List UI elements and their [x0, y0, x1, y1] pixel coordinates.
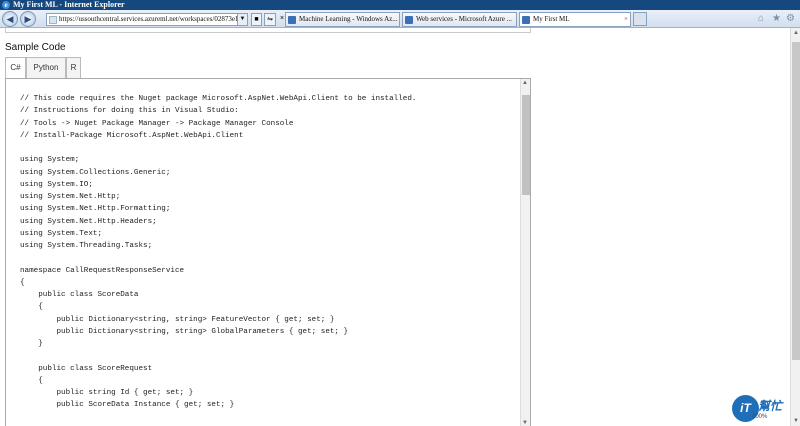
code-line: // This code requires the Nuget package …	[20, 95, 417, 103]
close-tab-icon[interactable]: ×	[624, 13, 628, 26]
browser-tab-label: Machine Learning - Windows Az...	[299, 15, 398, 23]
forward-button[interactable]: ▶	[20, 11, 36, 27]
page-icon	[49, 16, 57, 24]
code-line: using System.Collections.Generic;	[20, 168, 171, 177]
back-button[interactable]: ◀	[2, 11, 18, 27]
new-tab-button[interactable]	[633, 12, 647, 26]
watermark-text: 幫忙	[758, 399, 783, 413]
code-line: // Tools -> Nuget Package Manager -> Pac…	[20, 119, 294, 128]
code-line: public class ScoreData	[20, 291, 139, 299]
browser-tab[interactable]: Web services - Microsoft Azure ...	[402, 12, 517, 27]
page-scroll-thumb[interactable]	[792, 42, 800, 360]
code-line: using System.Net.Http.Headers;	[20, 217, 157, 226]
code-line: public class ScoreRequest	[20, 364, 153, 373]
window-title-bar: e My First ML - Internet Explorer	[0, 0, 800, 10]
scroll-up-icon[interactable]: ▲	[522, 80, 528, 86]
code-line: using System;	[20, 156, 80, 165]
window-title: My First ML - Internet Explorer	[13, 0, 125, 9]
browser-tab[interactable]: My First ML ×	[519, 12, 631, 27]
page-heading: Sample Code	[5, 42, 66, 53]
ie-logo-icon: e	[2, 1, 10, 9]
code-line: using System.Net.Http.Formatting;	[20, 205, 171, 214]
page-scroll-up-icon[interactable]: ▲	[793, 30, 799, 36]
compat-view-icon[interactable]: ⇋	[264, 13, 276, 26]
favorites-star-icon[interactable]: ★	[772, 14, 781, 24]
page-scrollbar[interactable]: ▲ ▼	[790, 28, 800, 426]
code-line: // Install-Package Microsoft.AspNet.WebA…	[20, 131, 244, 140]
tab-csharp[interactable]: C#	[5, 57, 26, 79]
top-box	[5, 28, 531, 33]
tab-python[interactable]: Python	[26, 57, 66, 78]
code-line: using System.IO;	[20, 180, 93, 189]
tab-favicon-icon	[522, 16, 530, 24]
code-line: public string Id { get; set; }	[20, 389, 194, 397]
scroll-down-icon[interactable]: ▼	[522, 420, 528, 426]
page-content: Sample Code C# Python R // This code req…	[0, 28, 790, 426]
browser-tab-label: My First ML	[533, 15, 570, 23]
code-line: using System.Net.Http;	[20, 193, 121, 201]
code-line: {	[20, 376, 43, 385]
code-scroll-thumb[interactable]	[522, 95, 530, 195]
code-line: }	[20, 340, 43, 348]
zoom-level[interactable]: 100%	[752, 414, 767, 420]
tab-favicon-icon	[405, 16, 413, 24]
code-line: {	[20, 303, 43, 312]
code-line: public ScoreData Instance { get; set; }	[20, 401, 235, 410]
lock-icon[interactable]: ■	[251, 13, 262, 26]
code-line: // Instructions for doing this in Visual…	[20, 107, 239, 116]
address-bar[interactable]: https://ussouthcentral.services.azureml.…	[46, 13, 248, 26]
tab-r[interactable]: R	[66, 57, 81, 78]
code-box[interactable]: // This code requires the Nuget package …	[5, 78, 531, 426]
code-line: namespace CallRequestResponseService	[20, 266, 185, 275]
code-text: // This code requires the Nuget package …	[20, 93, 520, 412]
browser-navbar: ◀ ▶ https://ussouthcentral.services.azur…	[0, 10, 800, 28]
code-line: using System.Text;	[20, 229, 103, 238]
browser-tab[interactable]: Machine Learning - Windows Az...	[285, 12, 400, 27]
browser-tab-label: Web services - Microsoft Azure ...	[416, 15, 512, 23]
code-line: public Dictionary<string, string> Featur…	[20, 315, 335, 324]
gear-icon[interactable]: ⚙	[786, 14, 795, 24]
code-line: {	[20, 278, 25, 287]
code-line: public Dictionary<string, string> Global…	[20, 327, 349, 336]
tab-favicon-icon	[288, 16, 296, 24]
home-icon[interactable]: ⌂	[758, 14, 764, 24]
search-dropdown-icon[interactable]: ▼	[237, 14, 247, 25]
address-url: https://ussouthcentral.services.azureml.…	[59, 15, 239, 23]
code-line: using System.Threading.Tasks;	[20, 242, 153, 250]
code-scrollbar[interactable]: ▲ ▼	[520, 79, 530, 426]
